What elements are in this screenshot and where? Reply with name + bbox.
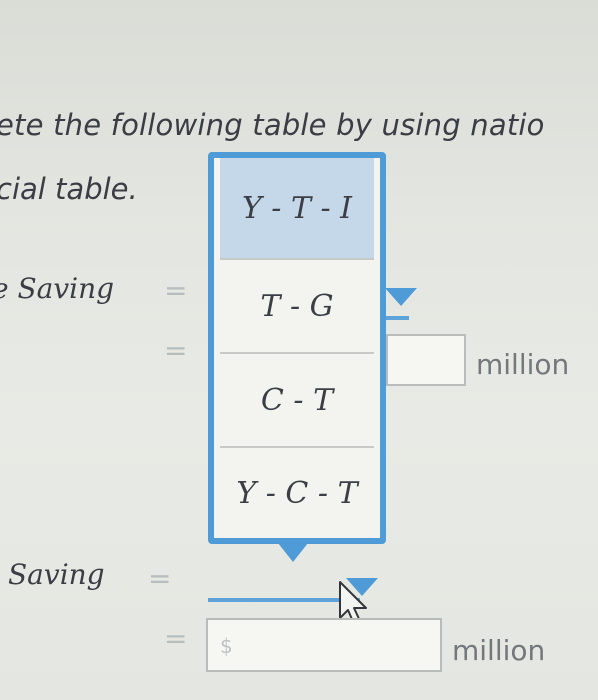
instruction-text-line1: ete the following table by using natio [0,108,545,142]
equals-sign-4: = [164,622,188,655]
page-background: ete the following table by using natio c… [0,0,598,700]
public-saving-label: Saving [8,558,105,591]
currency-symbol: $ [220,634,233,658]
dropdown-option-t-g[interactable]: T - G [220,260,374,354]
public-saving-input[interactable]: $ [206,618,442,672]
formula-dropdown-list[interactable]: Y - T - I T - G C - T Y - C - T [208,152,386,544]
equals-sign-1: = [164,274,188,307]
dropdown-option-y-c-t[interactable]: Y - C - T [220,448,374,538]
equals-sign-2: = [164,334,188,367]
unit-label-million-2: million [452,634,546,667]
dropdown-caret-icon[interactable] [385,288,417,306]
dropdown-underline [385,316,409,320]
unit-label-million-1: million [476,348,570,381]
dropdown-pointer-icon [274,538,312,562]
dropdown-option-y-t-i[interactable]: Y - T - I [220,158,374,260]
equals-sign-3: = [148,562,172,595]
instruction-text-line2: cial table. [0,172,138,206]
dropdown-option-c-t[interactable]: C - T [220,354,374,448]
private-saving-label: e Saving [0,272,115,305]
private-saving-input[interactable] [386,334,466,386]
